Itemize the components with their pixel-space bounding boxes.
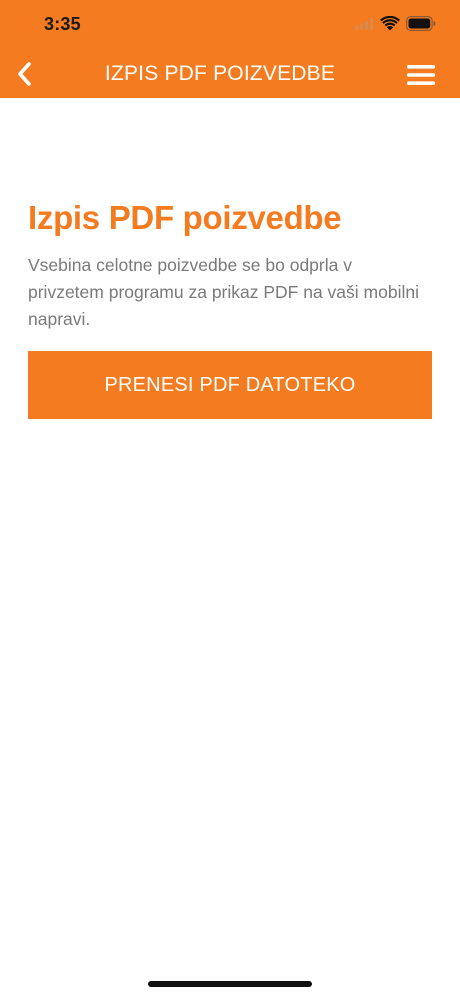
battery-icon <box>406 16 436 31</box>
download-pdf-button[interactable]: PRENESI PDF DATOTEKO <box>28 351 432 419</box>
wifi-icon <box>380 16 400 31</box>
app-header: 3:35 IZPIS PDF POIZVEDBE <box>0 0 460 98</box>
back-button[interactable] <box>6 56 42 92</box>
section-heading: Izpis PDF poizvedbe <box>28 199 342 236</box>
screen: 3:35 IZPIS PDF POIZVEDBE Izpis PDF poizv… <box>0 0 460 996</box>
chevron-left-icon <box>18 62 31 86</box>
hamburger-menu-icon <box>407 65 435 85</box>
signal-icon <box>355 18 373 30</box>
home-indicator[interactable] <box>148 981 312 987</box>
menu-button[interactable] <box>402 58 440 92</box>
description-text: Vsebina celotne poizvedbe se bo odprla v… <box>28 255 419 329</box>
status-time: 3:35 <box>44 14 81 34</box>
main-content: Izpis PDF poizvedbe Vsebina celotne poiz… <box>28 196 432 419</box>
page-title: IZPIS PDF POIZVEDBE <box>104 62 336 85</box>
